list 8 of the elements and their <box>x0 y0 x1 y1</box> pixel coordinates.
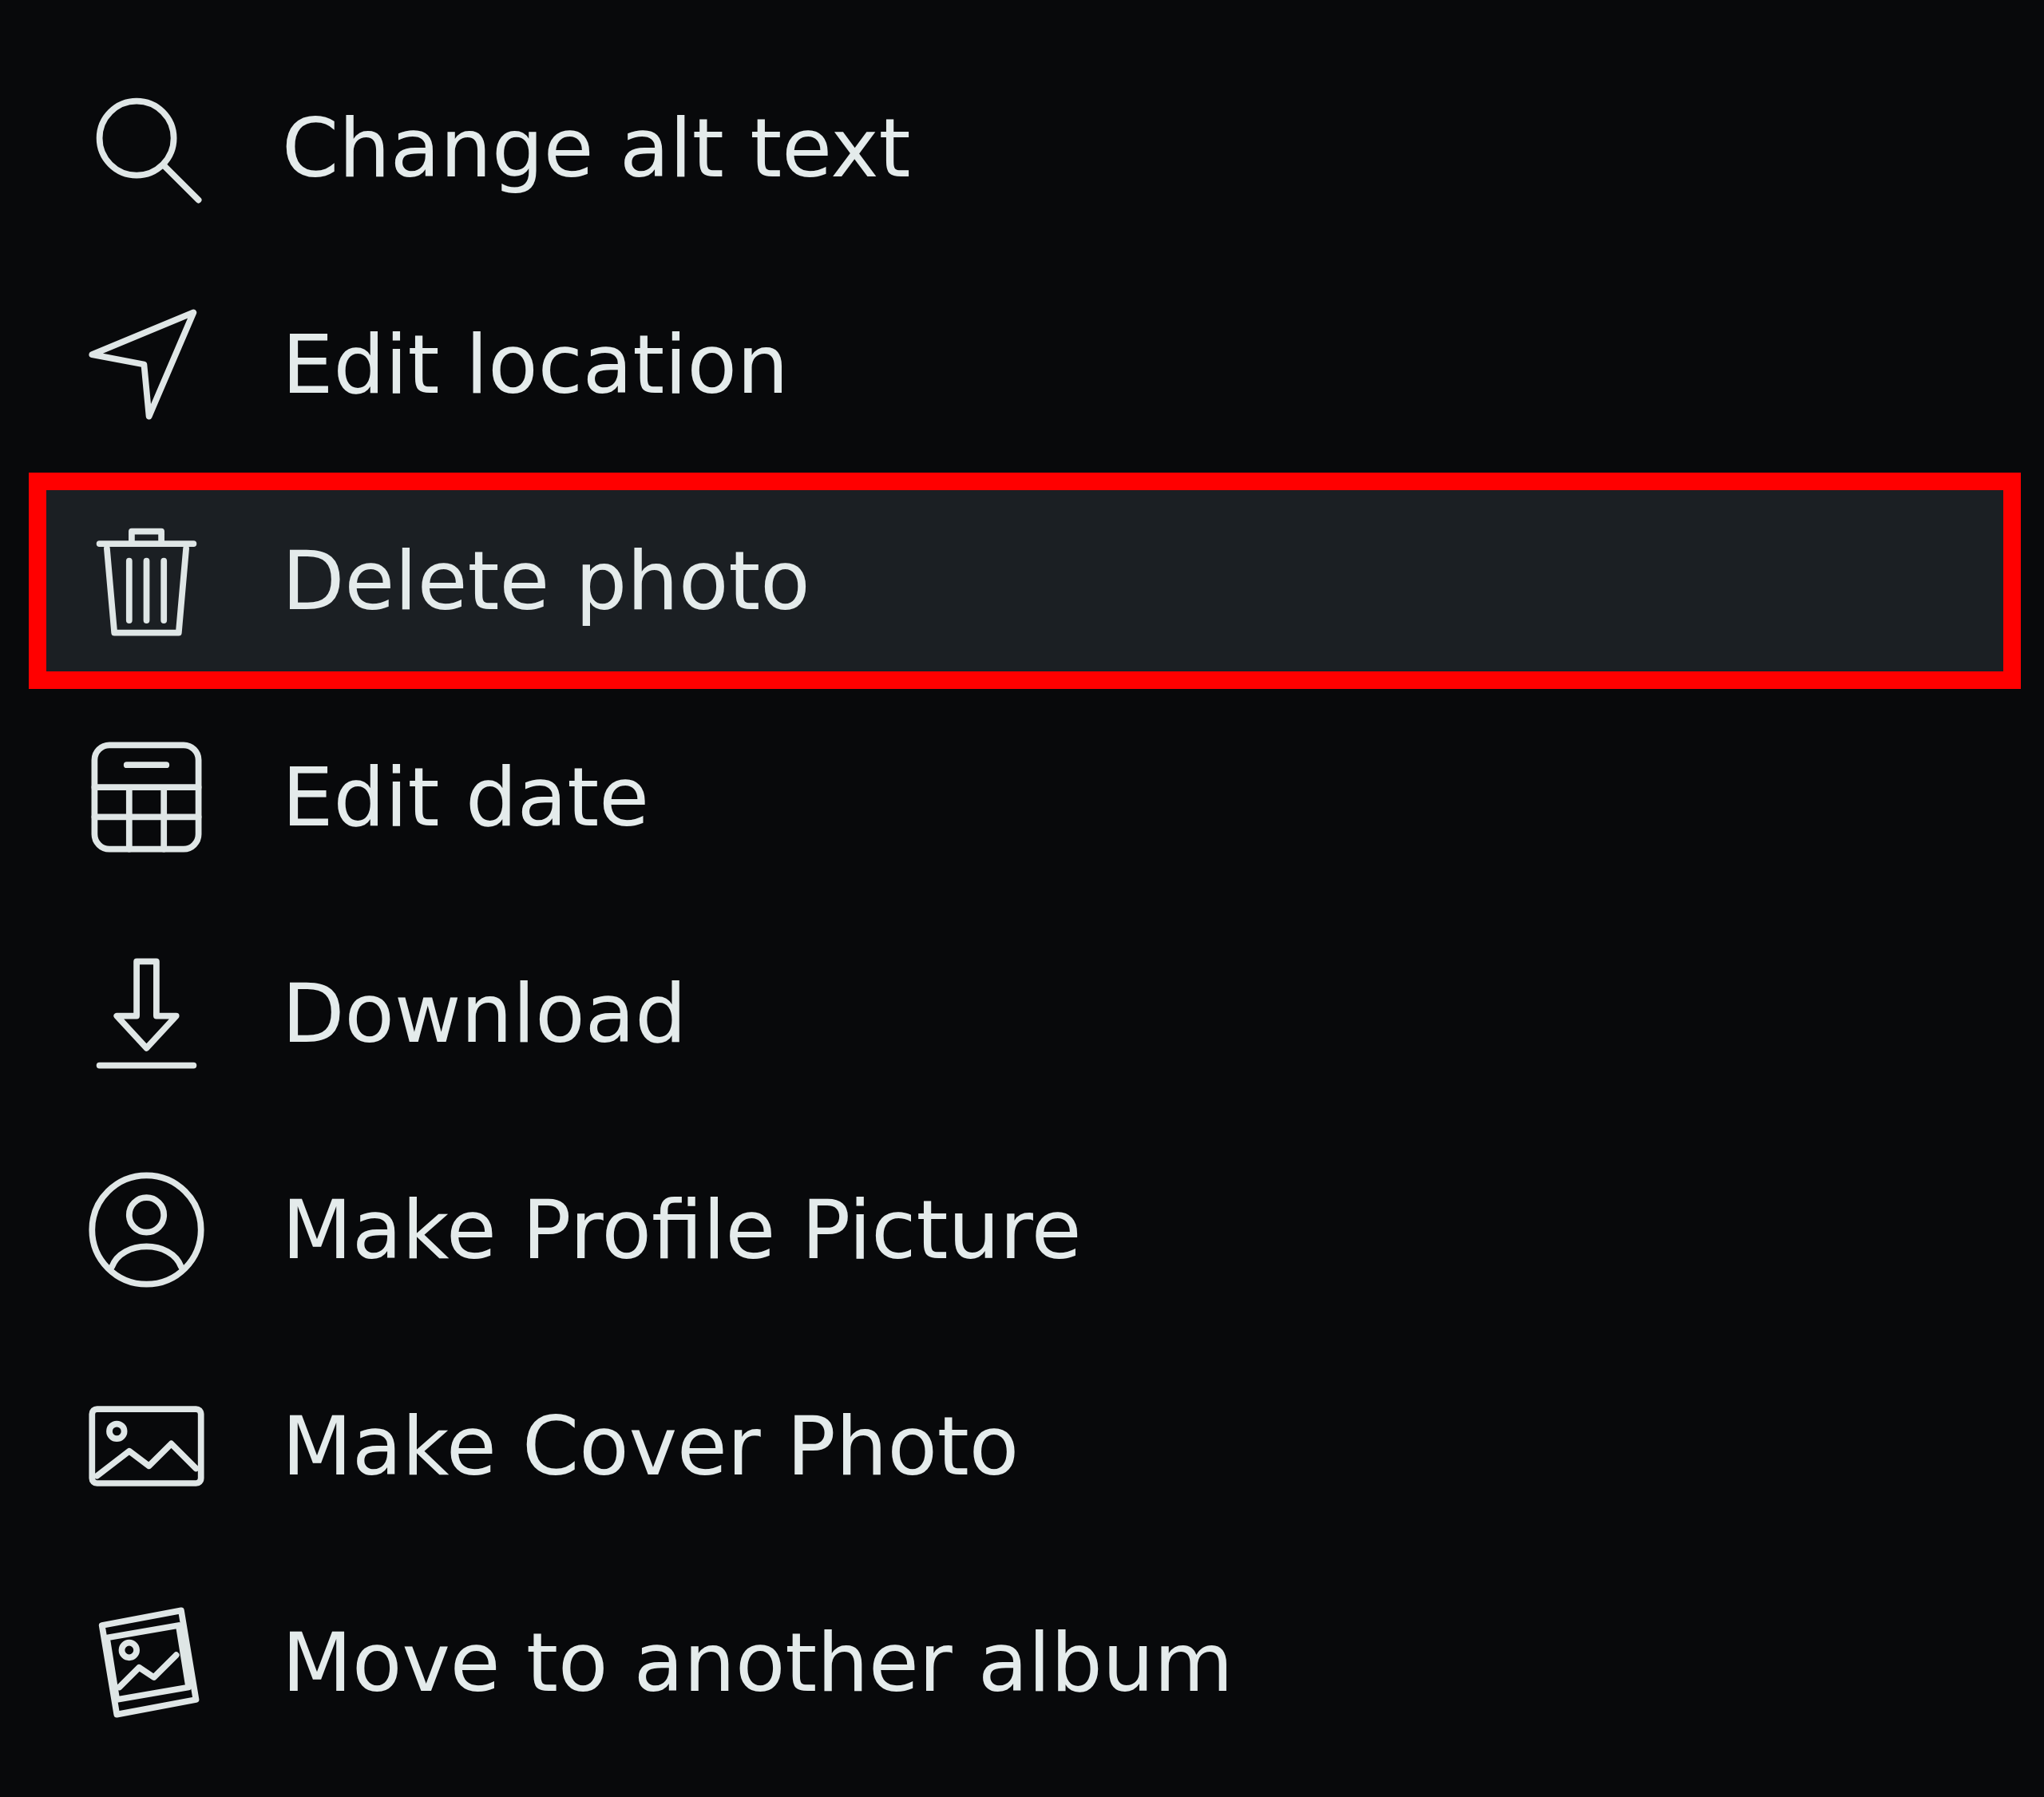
menu-item[interactable]: Make Cover Photo <box>29 1338 2021 1554</box>
menu-item[interactable]: Edit date <box>29 689 2021 905</box>
menu-item[interactable]: Edit location <box>29 256 2021 473</box>
menu-item[interactable]: Delete photo <box>29 473 2021 689</box>
menu-item[interactable]: Download <box>29 905 2021 1122</box>
menu-item[interactable]: Move to another album <box>29 1554 2021 1771</box>
menu-item[interactable]: Change alt text <box>29 40 2021 256</box>
menu-item[interactable]: Make Profile Picture <box>29 1122 2021 1338</box>
